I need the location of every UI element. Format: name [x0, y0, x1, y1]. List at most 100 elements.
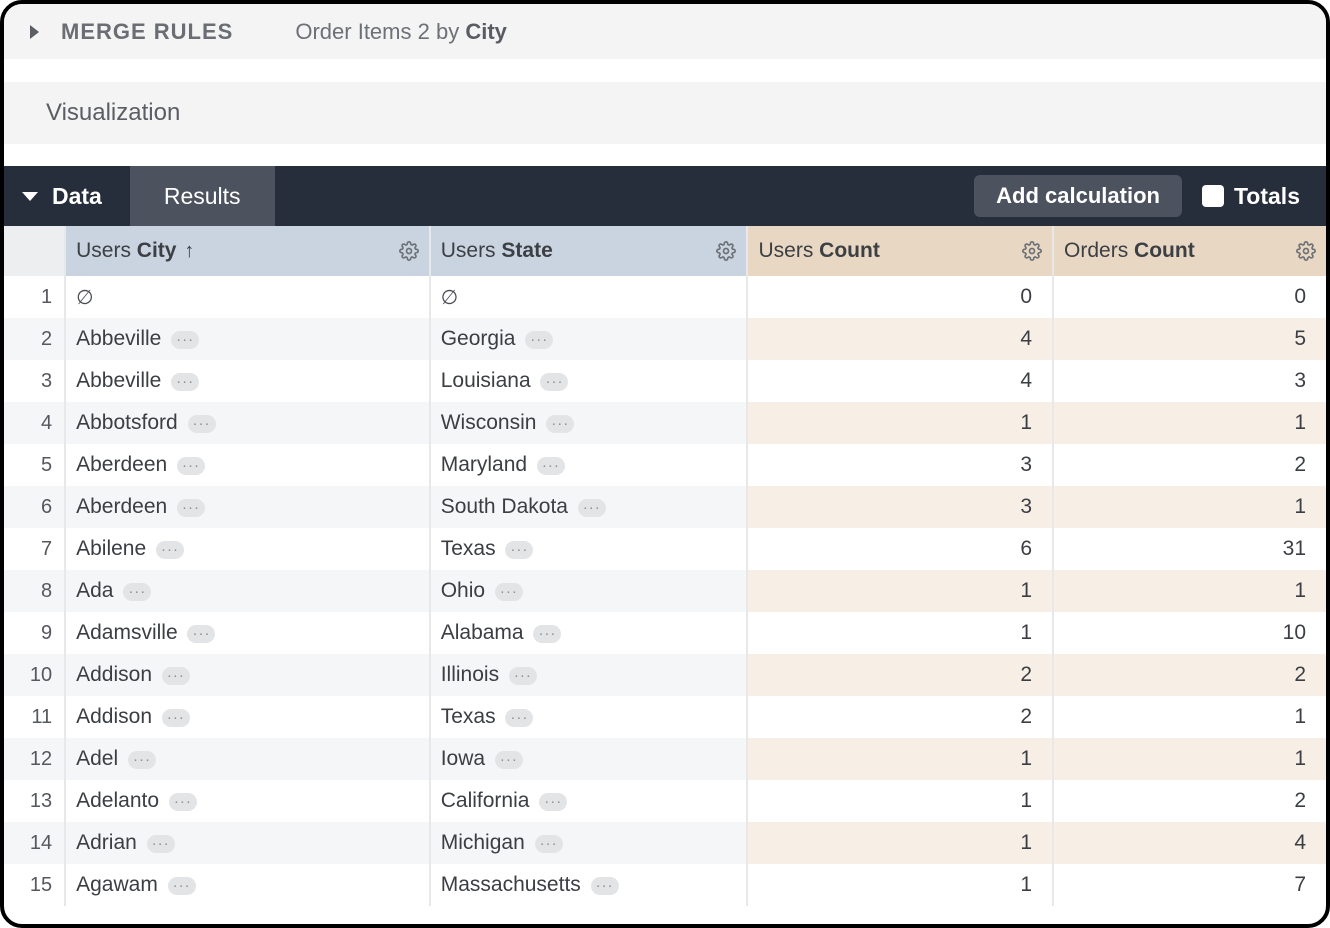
- cell-users-count[interactable]: 1: [747, 822, 1053, 864]
- drill-pill-icon[interactable]: ···: [535, 835, 563, 853]
- drill-pill-icon[interactable]: ···: [123, 583, 151, 601]
- cell-city[interactable]: Aberdeen ···: [65, 486, 430, 528]
- gear-icon[interactable]: [1296, 241, 1316, 261]
- drill-pill-icon[interactable]: ···: [128, 751, 156, 769]
- cell-users-count[interactable]: 3: [747, 486, 1053, 528]
- cell-city[interactable]: Agawam ···: [65, 864, 430, 906]
- drill-pill-icon[interactable]: ···: [168, 877, 196, 895]
- visualization-header[interactable]: Visualization: [4, 82, 1326, 144]
- cell-users-count[interactable]: 1: [747, 612, 1053, 654]
- cell-orders-count[interactable]: 5: [1053, 318, 1326, 360]
- cell-state[interactable]: ∅: [430, 276, 748, 318]
- drill-pill-icon[interactable]: ···: [591, 877, 619, 895]
- cell-city[interactable]: ∅: [65, 276, 430, 318]
- totals-toggle[interactable]: Totals: [1192, 166, 1326, 226]
- cell-city[interactable]: Adelanto ···: [65, 780, 430, 822]
- cell-state[interactable]: Wisconsin ···: [430, 402, 748, 444]
- cell-state[interactable]: Alabama ···: [430, 612, 748, 654]
- add-calculation-button[interactable]: Add calculation: [974, 175, 1182, 217]
- drill-pill-icon[interactable]: ···: [495, 583, 523, 601]
- cell-users-count[interactable]: 1: [747, 864, 1053, 906]
- cell-orders-count[interactable]: 10: [1053, 612, 1326, 654]
- gear-icon[interactable]: [1022, 241, 1042, 261]
- gear-icon[interactable]: [399, 241, 419, 261]
- drill-pill-icon[interactable]: ···: [171, 331, 199, 349]
- cell-users-count[interactable]: 2: [747, 696, 1053, 738]
- drill-pill-icon[interactable]: ···: [162, 667, 190, 685]
- drill-pill-icon[interactable]: ···: [169, 793, 197, 811]
- cell-city[interactable]: Abilene ···: [65, 528, 430, 570]
- drill-pill-icon[interactable]: ···: [188, 415, 216, 433]
- tab-data[interactable]: Data: [4, 166, 130, 226]
- drill-pill-icon[interactable]: ···: [177, 499, 205, 517]
- cell-city[interactable]: Adrian ···: [65, 822, 430, 864]
- cell-users-count[interactable]: 0: [747, 276, 1053, 318]
- cell-users-count[interactable]: 1: [747, 570, 1053, 612]
- cell-users-count[interactable]: 2: [747, 654, 1053, 696]
- cell-orders-count[interactable]: 3: [1053, 360, 1326, 402]
- merge-rules-header[interactable]: MERGE RULES Order Items 2 by City: [4, 4, 1326, 60]
- cell-orders-count[interactable]: 1: [1053, 570, 1326, 612]
- cell-users-count[interactable]: 3: [747, 444, 1053, 486]
- cell-city[interactable]: Adamsville ···: [65, 612, 430, 654]
- cell-users-count[interactable]: 1: [747, 780, 1053, 822]
- cell-city[interactable]: Addison ···: [65, 696, 430, 738]
- cell-city[interactable]: Aberdeen ···: [65, 444, 430, 486]
- cell-orders-count[interactable]: 1: [1053, 738, 1326, 780]
- drill-pill-icon[interactable]: ···: [537, 457, 565, 475]
- drill-pill-icon[interactable]: ···: [177, 457, 205, 475]
- cell-orders-count[interactable]: 1: [1053, 486, 1326, 528]
- col-header-users-count[interactable]: Users Count: [747, 226, 1053, 276]
- drill-pill-icon[interactable]: ···: [505, 709, 533, 727]
- cell-state[interactable]: Iowa ···: [430, 738, 748, 780]
- cell-orders-count[interactable]: 31: [1053, 528, 1326, 570]
- cell-state[interactable]: South Dakota ···: [430, 486, 748, 528]
- drill-pill-icon[interactable]: ···: [509, 667, 537, 685]
- cell-state[interactable]: California ···: [430, 780, 748, 822]
- drill-pill-icon[interactable]: ···: [187, 625, 215, 643]
- col-header-orders-count[interactable]: Orders Count: [1053, 226, 1326, 276]
- tab-results[interactable]: Results: [130, 166, 275, 226]
- drill-pill-icon[interactable]: ···: [505, 541, 533, 559]
- totals-checkbox[interactable]: [1202, 185, 1224, 207]
- drill-pill-icon[interactable]: ···: [533, 625, 561, 643]
- cell-orders-count[interactable]: 1: [1053, 402, 1326, 444]
- drill-pill-icon[interactable]: ···: [578, 499, 606, 517]
- cell-orders-count[interactable]: 2: [1053, 780, 1326, 822]
- cell-state[interactable]: Texas ···: [430, 528, 748, 570]
- drill-pill-icon[interactable]: ···: [147, 835, 175, 853]
- cell-state[interactable]: Maryland ···: [430, 444, 748, 486]
- cell-orders-count[interactable]: 1: [1053, 696, 1326, 738]
- cell-state[interactable]: Illinois ···: [430, 654, 748, 696]
- col-header-city[interactable]: Users City ↑: [65, 226, 430, 276]
- cell-city[interactable]: Ada ···: [65, 570, 430, 612]
- cell-orders-count[interactable]: 2: [1053, 654, 1326, 696]
- drill-pill-icon[interactable]: ···: [539, 793, 567, 811]
- drill-pill-icon[interactable]: ···: [495, 751, 523, 769]
- cell-users-count[interactable]: 1: [747, 402, 1053, 444]
- cell-orders-count[interactable]: 7: [1053, 864, 1326, 906]
- cell-city[interactable]: Addison ···: [65, 654, 430, 696]
- drill-pill-icon[interactable]: ···: [540, 373, 568, 391]
- cell-state[interactable]: Georgia ···: [430, 318, 748, 360]
- drill-pill-icon[interactable]: ···: [171, 373, 199, 391]
- drill-pill-icon[interactable]: ···: [525, 331, 553, 349]
- drill-pill-icon[interactable]: ···: [162, 709, 190, 727]
- cell-state[interactable]: Michigan ···: [430, 822, 748, 864]
- cell-orders-count[interactable]: 0: [1053, 276, 1326, 318]
- col-header-state[interactable]: Users State: [430, 226, 748, 276]
- drill-pill-icon[interactable]: ···: [156, 541, 184, 559]
- cell-state[interactable]: Ohio ···: [430, 570, 748, 612]
- cell-state[interactable]: Louisiana ···: [430, 360, 748, 402]
- drill-pill-icon[interactable]: ···: [546, 415, 574, 433]
- cell-city[interactable]: Adel ···: [65, 738, 430, 780]
- cell-users-count[interactable]: 4: [747, 318, 1053, 360]
- cell-state[interactable]: Texas ···: [430, 696, 748, 738]
- cell-city[interactable]: Abbeville ···: [65, 318, 430, 360]
- cell-users-count[interactable]: 1: [747, 738, 1053, 780]
- cell-state[interactable]: Massachusetts ···: [430, 864, 748, 906]
- cell-city[interactable]: Abbeville ···: [65, 360, 430, 402]
- cell-users-count[interactable]: 4: [747, 360, 1053, 402]
- cell-city[interactable]: Abbotsford ···: [65, 402, 430, 444]
- cell-users-count[interactable]: 6: [747, 528, 1053, 570]
